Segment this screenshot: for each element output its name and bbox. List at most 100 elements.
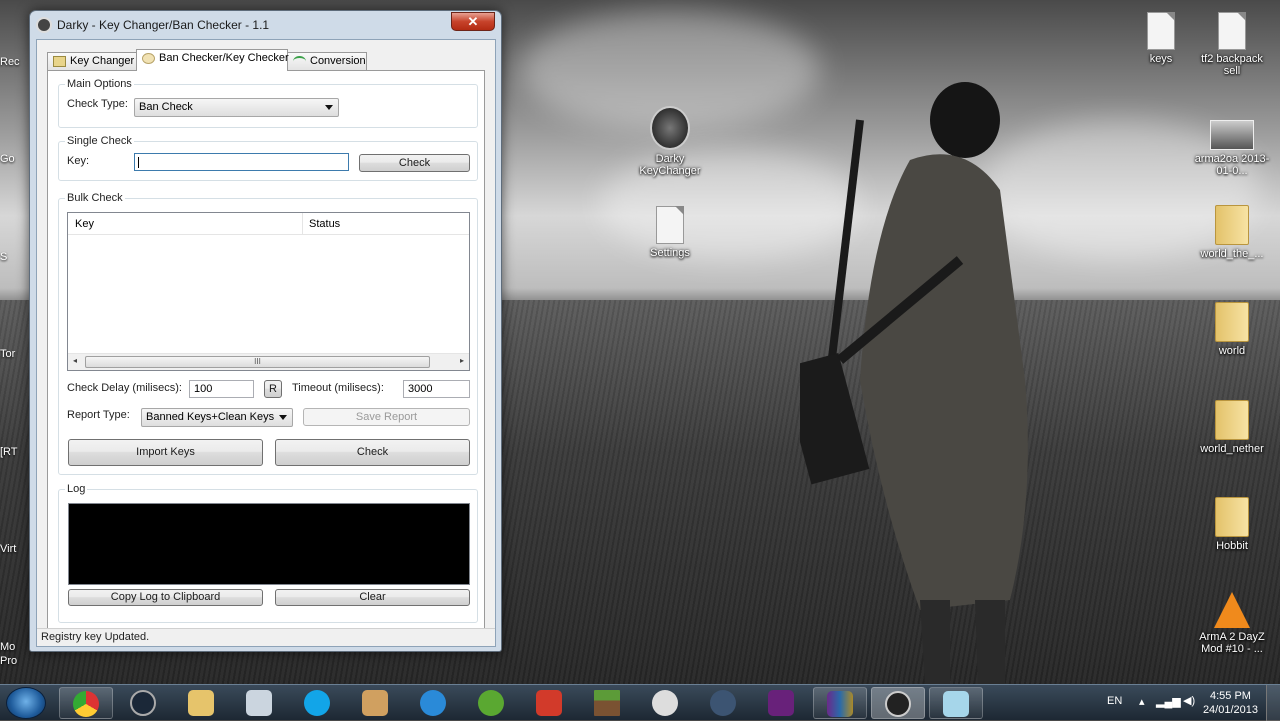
check-delay-input[interactable]: 100 bbox=[189, 380, 254, 398]
clear-log-button[interactable]: Clear bbox=[275, 589, 470, 606]
show-desktop-button[interactable] bbox=[1266, 685, 1280, 721]
taskbar-winrar[interactable] bbox=[813, 687, 867, 719]
main-options-group: Main Options Check Type: Ban Check bbox=[58, 78, 478, 128]
desktop-icon-label-clipped[interactable]: S bbox=[0, 251, 7, 263]
bulk-keys-list[interactable]: Key Status ◂ III ▸ bbox=[67, 212, 470, 371]
key-label: Key: bbox=[67, 155, 90, 167]
taskbar-teamspeak[interactable] bbox=[697, 687, 751, 719]
taskbar-explorer[interactable] bbox=[175, 687, 229, 719]
taskbar-darky[interactable] bbox=[871, 687, 925, 719]
desktop-icon-arma2oa-screenshot[interactable]: arma2oa 2013-01-0... bbox=[1192, 120, 1272, 177]
volume-icon[interactable]: ◀) bbox=[1183, 694, 1195, 707]
single-key-input[interactable] bbox=[134, 153, 349, 171]
status-text: Registry key Updated. bbox=[41, 631, 150, 643]
desktop-icon-arma2-dayz-video[interactable]: ArmA 2 DayZ Mod #10 - ... bbox=[1192, 592, 1272, 655]
desktop-icon-tf2-backpack[interactable]: tf2 backpack sell bbox=[1192, 12, 1272, 77]
desktop-icon-label-clipped[interactable]: Virt bbox=[0, 543, 16, 555]
key-icon bbox=[53, 56, 66, 67]
scroll-right-icon[interactable]: ▸ bbox=[460, 356, 464, 365]
save-report-button[interactable]: Save Report bbox=[303, 408, 470, 426]
notepad-icon bbox=[943, 691, 969, 717]
window-client-area: Key Changer Ban Checker/Key Checker Conv… bbox=[36, 39, 496, 647]
tray-overflow-icon[interactable]: ▴ bbox=[1139, 695, 1145, 708]
taskbar-utorrent[interactable] bbox=[465, 687, 519, 719]
desktop-icon-settings[interactable]: Settings bbox=[630, 206, 710, 259]
single-check-button[interactable]: Check bbox=[359, 154, 470, 172]
report-type-label: Report Type: bbox=[67, 409, 130, 421]
taskbar-ccleaner[interactable] bbox=[523, 687, 577, 719]
desktop-icon-world[interactable]: world bbox=[1192, 302, 1272, 357]
tab-ban-checker[interactable]: Ban Checker/Key Checker bbox=[136, 49, 289, 71]
taskbar-network[interactable] bbox=[407, 687, 461, 719]
desktop-icon-label-clipped[interactable]: Mo bbox=[0, 641, 15, 653]
taskbar-visualstudio[interactable] bbox=[755, 687, 809, 719]
desktop-icon-label-clipped[interactable]: Go bbox=[0, 153, 15, 165]
main-options-title: Main Options bbox=[65, 78, 134, 90]
taskbar-taskmgr[interactable] bbox=[233, 687, 287, 719]
desktop-icon-label-clipped[interactable]: [RT bbox=[0, 446, 18, 458]
horizontal-scrollbar[interactable]: ◂ III ▸ bbox=[68, 353, 469, 370]
taskbar-notepad[interactable] bbox=[929, 687, 983, 719]
tab-conversion[interactable]: Conversion bbox=[287, 52, 367, 70]
desktop-icon-label-clipped[interactable]: Rec bbox=[0, 56, 20, 68]
timeout-input[interactable]: 3000 bbox=[403, 380, 470, 398]
teamspeak-icon bbox=[710, 690, 736, 716]
image-file-icon bbox=[1210, 120, 1254, 150]
scrollbar-thumb[interactable]: III bbox=[85, 356, 430, 368]
taskbar-minecraft[interactable] bbox=[581, 687, 635, 719]
timeout-label: Timeout (milisecs): bbox=[292, 382, 384, 394]
darky-app-icon bbox=[885, 691, 911, 717]
desktop-icon-keys[interactable]: keys bbox=[1121, 12, 1201, 65]
text-caret bbox=[138, 157, 139, 168]
column-header-status[interactable]: Status bbox=[309, 218, 340, 230]
chrome-icon bbox=[73, 691, 99, 717]
utorrent-icon bbox=[478, 690, 504, 716]
bulk-check-group: Bulk Check Key Status ◂ III ▸ Check Dela… bbox=[58, 192, 478, 475]
desktop-icon-darky-keychanger[interactable]: Darky KeyChanger bbox=[630, 106, 710, 177]
column-header-key[interactable]: Key bbox=[75, 218, 94, 230]
language-indicator[interactable]: EN bbox=[1107, 695, 1122, 707]
taskbar-settings[interactable] bbox=[639, 687, 693, 719]
signal-icon[interactable]: ▂▄▆ bbox=[1156, 695, 1181, 708]
folder-icon bbox=[188, 690, 214, 716]
scroll-left-icon[interactable]: ◂ bbox=[73, 356, 77, 365]
report-type-select[interactable]: Banned Keys+Clean Keys bbox=[141, 408, 293, 427]
log-group: Log Copy Log to Clipboard Clear bbox=[58, 483, 478, 623]
column-divider bbox=[302, 213, 303, 235]
text-file-icon bbox=[1218, 12, 1246, 50]
check-type-select[interactable]: Ban Check bbox=[134, 98, 339, 117]
folder-icon bbox=[1215, 400, 1249, 440]
winrar-icon bbox=[827, 691, 853, 717]
import-keys-button[interactable]: Import Keys bbox=[68, 439, 263, 466]
taskbar-editor[interactable] bbox=[349, 687, 403, 719]
taskbar-skype[interactable] bbox=[291, 687, 345, 719]
single-check-title: Single Check bbox=[65, 135, 134, 147]
editor-icon bbox=[362, 690, 388, 716]
log-title: Log bbox=[65, 483, 88, 495]
app-window: Darky - Key Changer/Ban Checker - 1.1 ✕ … bbox=[29, 10, 502, 652]
copy-log-button[interactable]: Copy Log to Clipboard bbox=[68, 589, 263, 606]
folder-icon bbox=[1215, 205, 1249, 245]
check-delay-label: Check Delay (milisecs): bbox=[67, 382, 182, 394]
tab-key-changer[interactable]: Key Changer bbox=[47, 52, 137, 70]
desktop-icon-world-nether[interactable]: world_nether bbox=[1192, 400, 1272, 455]
check-type-label: Check Type: bbox=[67, 98, 128, 110]
taskbar-chrome[interactable] bbox=[59, 687, 113, 719]
desktop-icon-hobbit[interactable]: Hobbit bbox=[1192, 497, 1272, 552]
tray-clock[interactable]: 4:55 PM 24/01/2013 bbox=[1203, 689, 1258, 717]
reset-delay-button[interactable]: R bbox=[264, 380, 282, 398]
desktop-icon-label-clipped[interactable]: Tor bbox=[0, 348, 15, 360]
desktop-icon-label-clipped[interactable]: Pro bbox=[0, 655, 17, 667]
taskbar-steam[interactable] bbox=[117, 687, 171, 719]
chevron-down-icon bbox=[325, 105, 333, 110]
window-close-button[interactable]: ✕ bbox=[451, 12, 495, 31]
bulk-check-button[interactable]: Check bbox=[275, 439, 470, 466]
network-icon bbox=[420, 690, 446, 716]
start-button[interactable] bbox=[6, 687, 46, 719]
window-titlebar[interactable]: Darky - Key Changer/Ban Checker - 1.1 ✕ bbox=[30, 11, 501, 39]
darky-app-icon bbox=[650, 106, 690, 150]
log-output[interactable] bbox=[68, 503, 470, 585]
ban-checker-panel: Main Options Check Type: Ban Check Singl… bbox=[47, 70, 485, 634]
list-header: Key Status bbox=[68, 213, 469, 235]
desktop-icon-world-the-end[interactable]: world_the_... bbox=[1192, 205, 1272, 260]
